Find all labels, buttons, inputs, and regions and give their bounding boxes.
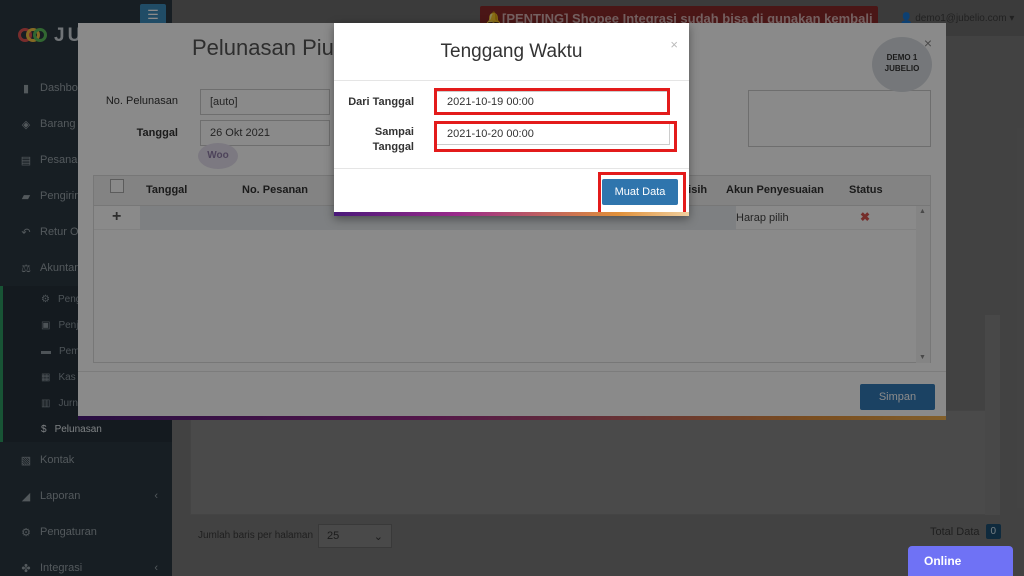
dari-tanggal-label: Dari Tanggal: [348, 96, 414, 108]
sampai-tanggal-label: Sampai Tanggal: [372, 126, 414, 153]
tenggang-waktu-modal: Tenggang Waktu × Dari Tanggal Sampai Tan…: [334, 23, 689, 216]
close-icon[interactable]: ×: [670, 37, 678, 52]
modal-title: Tenggang Waktu: [440, 41, 583, 62]
muat-data-button[interactable]: Muat Data: [602, 179, 678, 205]
modal-header: Tenggang Waktu ×: [334, 23, 689, 81]
online-chat-button[interactable]: Online: [908, 546, 1013, 576]
sampai-tanggal-input[interactable]: [436, 123, 670, 145]
dari-tanggal-input[interactable]: [436, 91, 670, 113]
gradient-bar: [334, 212, 689, 216]
